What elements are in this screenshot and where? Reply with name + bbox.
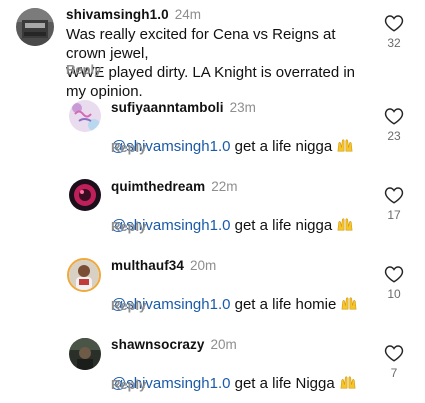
reply-meta: shawnsocrazy 20m xyxy=(111,337,237,353)
heart-outline-icon[interactable] xyxy=(384,265,404,283)
heart-outline-icon[interactable] xyxy=(384,344,404,362)
avatar-image xyxy=(69,179,101,211)
reply-body: get a life nigga xyxy=(230,217,333,234)
reply-text: @shivamsingh1.0 get a life Nigga xyxy=(111,355,361,393)
raising-hands-emoji xyxy=(337,139,353,152)
username[interactable]: quimthedream xyxy=(111,179,205,194)
timestamp: 22m xyxy=(211,179,238,194)
reply-item: sufiyaanntamboli 23m @shivamsingh1.0 get … xyxy=(0,90,425,160)
username[interactable]: shawnsocrazy xyxy=(111,337,205,352)
timestamp: 20m xyxy=(210,337,237,352)
like-control: 7 xyxy=(379,344,409,380)
reply-text: @shivamsingh1.0 get a life nigga xyxy=(111,197,361,235)
username[interactable]: sufiyaanntamboli xyxy=(111,100,224,115)
heart-outline-icon[interactable] xyxy=(384,186,404,204)
timestamp: 23m xyxy=(229,100,256,115)
like-control: 10 xyxy=(379,265,409,301)
username[interactable]: shivamsingh1.0 xyxy=(66,7,169,22)
avatar[interactable] xyxy=(16,8,54,46)
reply-body: get a life homie xyxy=(230,296,337,313)
like-count: 32 xyxy=(387,36,401,50)
reply-body: get a life Nigga xyxy=(230,375,335,392)
like-count: 23 xyxy=(387,129,401,143)
reply-button[interactable]: Reply xyxy=(66,62,101,77)
reply-meta: quimthedream 22m xyxy=(111,179,237,195)
reply-text: @shivamsingh1.0 get a life nigga xyxy=(111,118,361,156)
raising-hands-emoji xyxy=(341,297,357,310)
like-count: 7 xyxy=(390,366,398,380)
comment-top: shivamsingh1.0 24m Was really excited for… xyxy=(0,0,425,100)
timestamp: 24m xyxy=(174,7,201,22)
avatar-image xyxy=(69,260,99,290)
avatar[interactable] xyxy=(67,258,101,292)
reply-button[interactable]: Reply xyxy=(111,298,146,313)
raising-hands-emoji xyxy=(340,376,356,389)
heart-outline-icon[interactable] xyxy=(384,14,404,32)
username[interactable]: multhauf34 xyxy=(111,258,184,273)
like-control: 23 xyxy=(379,107,409,143)
avatar[interactable] xyxy=(69,338,101,370)
like-count: 17 xyxy=(387,208,401,222)
timestamp: 20m xyxy=(190,258,217,273)
comment-meta: shivamsingh1.0 24m xyxy=(66,7,201,23)
reply-button[interactable]: Reply xyxy=(111,377,146,392)
reply-body: get a life nigga xyxy=(230,138,333,155)
reply-button[interactable]: Reply xyxy=(111,140,146,155)
raising-hands-emoji xyxy=(337,218,353,231)
avatar[interactable] xyxy=(69,179,101,211)
reply-button[interactable]: Reply xyxy=(111,219,146,234)
reply-item: quimthedream 22m @shivamsingh1.0 get a li… xyxy=(0,170,425,240)
like-control: 17 xyxy=(379,186,409,222)
heart-outline-icon[interactable] xyxy=(384,107,404,125)
reply-item: multhauf34 20m @shivamsingh1.0 get a life… xyxy=(0,250,425,320)
like-count: 10 xyxy=(387,287,401,301)
reply-item: shawnsocrazy 20m @shivamsingh1.0 get a li… xyxy=(0,330,425,400)
like-control: 32 xyxy=(379,14,409,50)
avatar-image xyxy=(69,100,101,132)
reply-meta: sufiyaanntamboli 23m xyxy=(111,100,256,116)
avatar[interactable] xyxy=(69,100,101,132)
avatar-image xyxy=(16,8,54,46)
reply-meta: multhauf34 20m xyxy=(111,258,216,274)
reply-text: @shivamsingh1.0 get a life homie xyxy=(111,276,361,314)
avatar-image xyxy=(69,338,101,370)
